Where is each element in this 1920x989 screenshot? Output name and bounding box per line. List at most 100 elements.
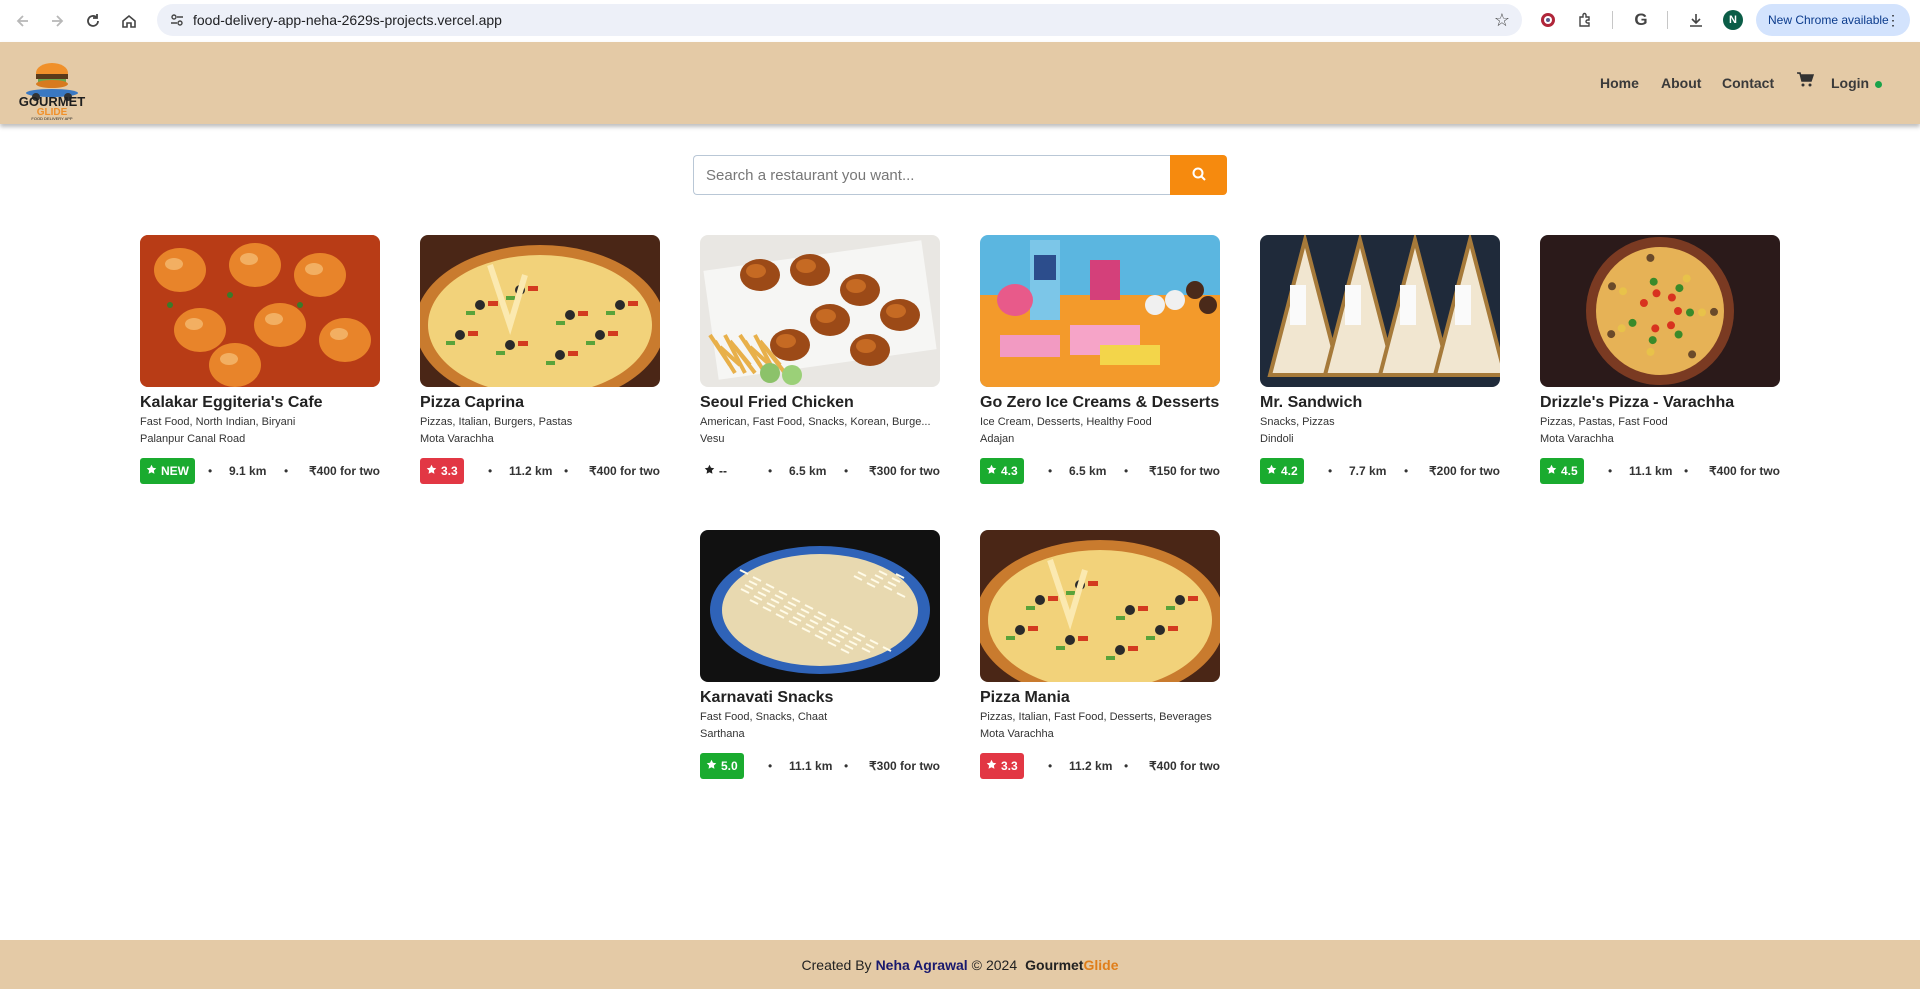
restaurant-image[interactable]: [700, 530, 940, 682]
logo-tagline: FOOD DELIVERY APP: [31, 116, 73, 121]
restaurant-cuisines: Snacks, Pizzas: [1260, 416, 1335, 428]
rating-badge: 5.0: [700, 753, 744, 779]
restaurant-distance: 11.2 km: [1069, 759, 1113, 773]
rating-value: 5.0: [721, 759, 738, 773]
separator-dot: •: [284, 464, 289, 478]
restaurant-name[interactable]: Pizza Mania: [980, 689, 1240, 707]
nav-home[interactable]: Home: [1600, 75, 1639, 91]
restaurant-card[interactable]: Mr. Sandwich Snacks, Pizzas Dindoli 4.2 …: [1260, 235, 1500, 495]
separator-dot: •: [208, 464, 213, 478]
star-icon: [986, 464, 997, 478]
restaurant-name[interactable]: Pizza Caprina: [420, 394, 680, 412]
restaurant-cost: ₹200 for two: [1429, 464, 1500, 478]
restaurant-image[interactable]: [1260, 235, 1500, 387]
rating-badge: 4.3: [980, 458, 1024, 484]
restaurant-cuisines: Fast Food, North Indian, Biryani: [140, 416, 296, 428]
rating-badge: 3.3: [980, 753, 1024, 779]
star-icon: [146, 464, 157, 478]
restaurant-name[interactable]: Go Zero Ice Creams & Desserts: [980, 394, 1240, 412]
restaurant-image[interactable]: [980, 530, 1220, 682]
star-icon: [706, 759, 717, 773]
restaurant-area: Adajan: [980, 433, 1015, 445]
restaurant-meta: 3.3 • 11.2 km • ₹400 for two: [420, 458, 660, 484]
star-icon: [986, 759, 997, 773]
separator-dot: •: [1608, 464, 1613, 478]
address-bar[interactable]: food-delivery-app-neha-2629s-projects.ve…: [157, 4, 1522, 36]
back-arrow-icon[interactable]: [12, 10, 34, 32]
rating-value: 4.2: [1281, 464, 1298, 478]
rating-value: --: [719, 464, 727, 478]
separator-dot: •: [1124, 759, 1129, 773]
restaurant-cuisines: Ice Cream, Desserts, Healthy Food: [980, 416, 1152, 428]
restaurant-meta: 4.5 • 11.1 km • ₹400 for two: [1540, 458, 1780, 484]
restaurant-cost: ₹400 for two: [1149, 759, 1220, 773]
restaurant-distance: 7.7 km: [1349, 464, 1387, 478]
site-settings-icon[interactable]: [169, 12, 185, 28]
separator-dot: •: [564, 464, 569, 478]
cart-icon[interactable]: [1797, 72, 1815, 92]
rating-badge: 4.5: [1540, 458, 1584, 484]
restaurant-area: Sarthana: [700, 728, 745, 740]
restaurant-image[interactable]: [980, 235, 1220, 387]
reload-icon[interactable]: [82, 10, 104, 32]
star-icon: [1266, 464, 1277, 478]
restaurant-name[interactable]: Kalakar Eggiteria's Cafe: [140, 394, 400, 412]
restaurant-card[interactable]: Karnavati Snacks Fast Food, Snacks, Chaa…: [700, 530, 940, 790]
restaurant-distance: 11.2 km: [509, 464, 553, 478]
restaurant-name[interactable]: Karnavati Snacks: [700, 689, 960, 707]
copyright-icon: ©: [971, 956, 982, 973]
gourmet-glide-logo[interactable]: GOURMET GLIDE FOOD DELIVERY APP: [14, 49, 90, 121]
nav-login[interactable]: Login: [1831, 75, 1869, 91]
rating-badge: 3.3: [420, 458, 464, 484]
bookmark-star-icon[interactable]: ☆: [1494, 10, 1510, 31]
toolbar-divider: [1612, 11, 1613, 29]
chrome-update-button[interactable]: New Chrome available ⋮: [1756, 4, 1910, 36]
search-button[interactable]: [1170, 155, 1227, 195]
rating-badge: NEW: [140, 458, 195, 484]
nav-about[interactable]: About: [1661, 75, 1701, 91]
restaurant-card[interactable]: Pizza Caprina Pizzas, Italian, Burgers, …: [420, 235, 660, 495]
restaurant-image[interactable]: [140, 235, 380, 387]
restaurant-cuisines: Pizzas, Italian, Fast Food, Desserts, Be…: [980, 711, 1212, 723]
restaurant-area: Vesu: [700, 433, 725, 445]
google-icon[interactable]: G: [1630, 9, 1652, 31]
restaurant-image[interactable]: [1540, 235, 1780, 387]
url-text[interactable]: food-delivery-app-neha-2629s-projects.ve…: [193, 12, 502, 28]
update-label: New Chrome available: [1768, 13, 1889, 27]
restaurant-card[interactable]: Kalakar Eggiteria's Cafe Fast Food, Nort…: [140, 235, 380, 495]
footer-author: Neha Agrawal: [875, 956, 968, 973]
restaurant-distance: 9.1 km: [229, 464, 267, 478]
restaurant-meta: 5.0 • 11.1 km • ₹300 for two: [700, 753, 940, 779]
extension-icon[interactable]: [1537, 9, 1559, 31]
separator-dot: •: [1328, 464, 1333, 478]
profile-avatar[interactable]: N: [1723, 10, 1743, 30]
search-icon: [1192, 167, 1206, 184]
restaurant-cost: ₹400 for two: [1709, 464, 1780, 478]
download-icon[interactable]: [1685, 9, 1707, 31]
more-menu-icon[interactable]: ⋮: [1886, 12, 1900, 29]
restaurant-meta: 4.3 • 6.5 km • ₹150 for two: [980, 458, 1220, 484]
rating-value: NEW: [161, 464, 189, 478]
separator-dot: •: [1124, 464, 1129, 478]
extensions-puzzle-icon[interactable]: [1574, 9, 1596, 31]
separator-dot: •: [844, 464, 849, 478]
restaurant-cuisines: American, Fast Food, Snacks, Korean, Bur…: [700, 416, 931, 428]
restaurant-card[interactable]: Drizzle's Pizza - Varachha Pizzas, Pasta…: [1540, 235, 1780, 495]
nav-contact[interactable]: Contact: [1722, 75, 1774, 91]
restaurant-name[interactable]: Drizzle's Pizza - Varachha: [1540, 394, 1800, 412]
restaurant-area: Mota Varachha: [420, 433, 494, 445]
restaurant-card[interactable]: Seoul Fried Chicken American, Fast Food,…: [700, 235, 940, 495]
separator-dot: •: [844, 759, 849, 773]
search-input[interactable]: [693, 155, 1170, 195]
home-icon[interactable]: [118, 10, 140, 32]
restaurant-card[interactable]: Pizza Mania Pizzas, Italian, Fast Food, …: [980, 530, 1220, 790]
restaurant-card[interactable]: Go Zero Ice Creams & Desserts Ice Cream,…: [980, 235, 1220, 495]
restaurant-distance: 6.5 km: [1069, 464, 1107, 478]
separator-dot: •: [1404, 464, 1409, 478]
footer: Created By Neha Agrawal © 2024 Gourmet Gl…: [0, 940, 1920, 989]
restaurant-image[interactable]: [700, 235, 940, 387]
restaurant-name[interactable]: Mr. Sandwich: [1260, 394, 1520, 412]
restaurant-name[interactable]: Seoul Fried Chicken: [700, 394, 960, 412]
forward-arrow-icon[interactable]: [46, 10, 68, 32]
restaurant-image[interactable]: [420, 235, 660, 387]
